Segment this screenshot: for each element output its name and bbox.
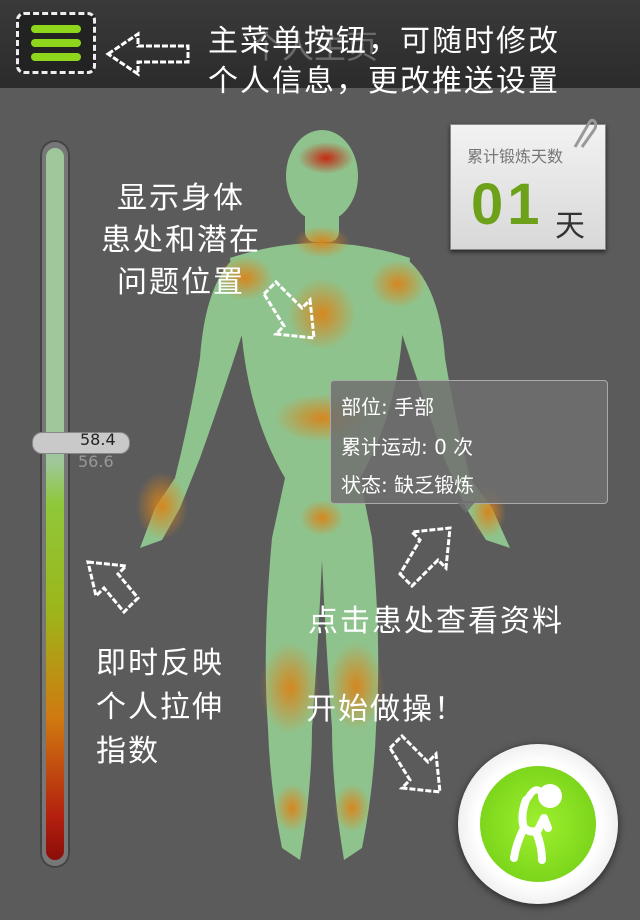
hotspot-neck[interactable]	[294, 226, 350, 258]
exercise-days-label: 累计锻炼天数	[467, 147, 564, 166]
menu-tip-line1: 主菜单按钮，可随时修改	[208, 24, 560, 59]
slider-track	[40, 140, 70, 868]
hotspot-hip[interactable]	[300, 500, 344, 536]
slider-gradient	[46, 148, 64, 860]
popup-pointer	[456, 501, 476, 513]
index-tip-line3: 指数	[96, 734, 160, 769]
hotspot-left-hand[interactable]	[136, 472, 188, 540]
body-tip-line2: 患处和潜在	[101, 223, 261, 258]
hotspot-head[interactable]	[298, 142, 354, 174]
main-menu-button[interactable]	[16, 12, 96, 74]
arrow-up-right-icon	[398, 526, 452, 588]
top-bar: 个人主页 主菜单按钮，可随时修改 个人信息，更改推送设置	[0, 0, 640, 99]
hotspot-left-ankle[interactable]	[274, 784, 310, 832]
popup-status: 状态: 缺乏锻炼	[341, 473, 475, 497]
popup-count: 累计运动: 0 次	[341, 435, 474, 459]
index-tip: 即时反映 个人拉伸 指数	[96, 642, 224, 774]
paperclip-icon	[573, 118, 597, 148]
arrow-down-right-icon	[262, 280, 316, 340]
arrow-down-right-icon	[388, 734, 442, 794]
body-tip-line3: 问题位置	[117, 265, 245, 300]
exercise-days-value: 01	[471, 172, 544, 237]
body-part-info-popup: 部位: 手部 累计运动: 0 次 状态: 缺乏锻炼	[330, 380, 608, 504]
body-tip-line1: 显示身体	[117, 181, 245, 216]
arrow-left-icon	[105, 31, 190, 77]
previous-index-value: 56.6	[78, 452, 114, 471]
current-index-value: 58.4	[80, 430, 116, 449]
body-tip: 显示身体 患处和潜在 问题位置	[96, 178, 266, 304]
index-tip-line2: 个人拉伸	[96, 690, 224, 725]
exercise-figure-icon	[510, 784, 562, 864]
exercise-days-unit: 天	[555, 209, 585, 244]
arrow-up-left-icon	[86, 560, 141, 615]
start-button-face	[480, 766, 596, 882]
hotspot-right-shoulder[interactable]	[370, 260, 426, 308]
start-exercise-button[interactable]	[458, 744, 618, 904]
exercise-days-card: 累计锻炼天数 01 天	[450, 118, 606, 250]
start-tip: 开始做操！	[306, 692, 466, 727]
stretch-index-slider[interactable]	[40, 140, 70, 868]
index-tip-line1: 即时反映	[96, 646, 224, 681]
hotspot-right-ankle[interactable]	[334, 784, 370, 832]
click-tip: 点击患处查看资料	[308, 604, 564, 639]
popup-part: 部位: 手部	[341, 395, 435, 419]
